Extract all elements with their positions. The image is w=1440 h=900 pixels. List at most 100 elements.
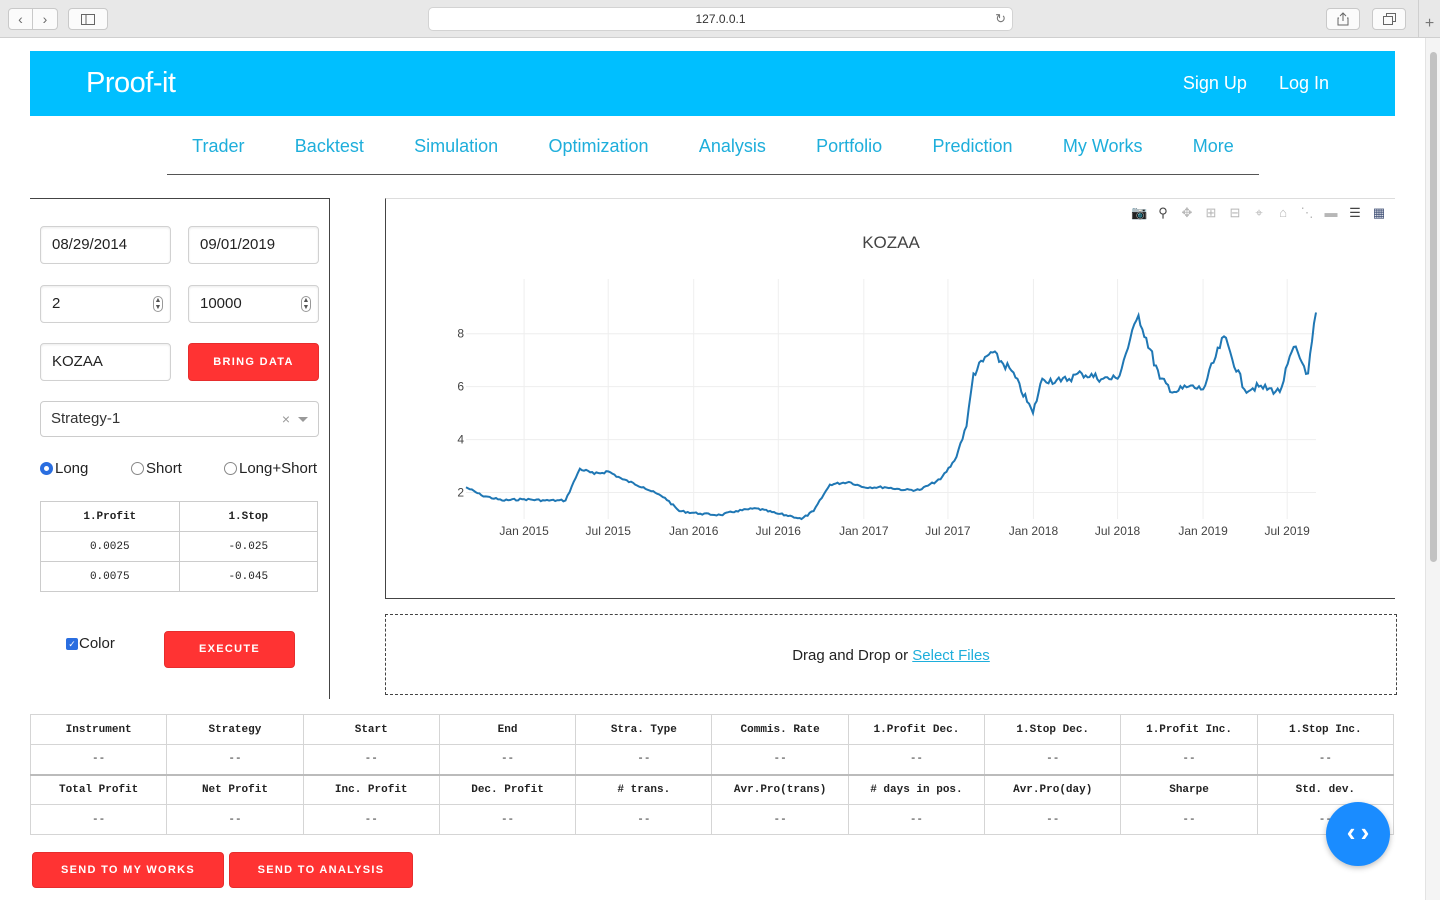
table-row: -- -- -- -- -- -- -- -- -- -- [29, 804, 1395, 835]
chart-title: KOZAA [862, 233, 920, 252]
nav-item-portfolio[interactable]: Portfolio [816, 136, 882, 174]
radio-button[interactable] [224, 462, 237, 475]
tabs-overview-button[interactable] [1372, 8, 1406, 30]
results-header: Sharpe [1120, 773, 1258, 805]
params-cell[interactable]: -0.025 [178, 531, 318, 562]
zoom-icon[interactable]: ⚲ [1155, 205, 1171, 221]
radio-short[interactable]: Short [131, 460, 182, 477]
results-header: Inc. Profit [302, 773, 440, 805]
back-button[interactable]: ‹ [8, 8, 33, 30]
zoom-in-icon[interactable]: ⊞ [1203, 205, 1219, 221]
browser-toolbar: ‹ › 127.0.0.1 ↻ + [0, 0, 1440, 38]
sidebar-toggle-button[interactable] [68, 8, 108, 30]
params-cell[interactable]: 0.0025 [40, 531, 180, 562]
scrollbar-thumb[interactable] [1430, 52, 1437, 562]
hover-closest-icon[interactable]: ▬ [1323, 205, 1339, 221]
x-tick-label: Jul 2017 [925, 524, 971, 538]
radio-long[interactable]: Long [40, 460, 88, 477]
y-tick-label: 6 [457, 380, 464, 394]
price-chart: 📷 ⚲ ✥ ⊞ ⊟ ⌖ ⌂ ⋱ ▬ ☰ ▦ KOZAA 2 4 6 8 Jan 201… [385, 198, 1395, 599]
code-toggle-button[interactable]: ‹ › [1326, 802, 1390, 866]
params-table: 1.Profit 1.Stop 0.0025 -0.025 0.0075 -0.… [40, 501, 318, 592]
nav-item-optimization[interactable]: Optimization [548, 136, 648, 174]
x-tick-label: Jan 2016 [669, 524, 719, 538]
home-icon[interactable]: ⌂ [1275, 205, 1291, 221]
x-tick-label: Jan 2019 [1178, 524, 1228, 538]
results-cell: -- [1120, 744, 1258, 775]
autoscale-icon[interactable]: ⌖ [1251, 205, 1267, 221]
address-bar[interactable]: 127.0.0.1 ↻ [428, 7, 1013, 31]
table-row: -- -- -- -- -- -- -- -- -- -- [29, 744, 1395, 775]
strategy-select[interactable]: Strategy-1 × [40, 401, 319, 437]
color-checkbox[interactable]: ✓ Color [66, 635, 115, 652]
x-tick-label: Jul 2015 [586, 524, 632, 538]
results-header: Avr.Pro(trans) [711, 773, 849, 805]
nav-item-analysis[interactable]: Analysis [699, 136, 766, 174]
pan-icon[interactable]: ✥ [1179, 205, 1195, 221]
camera-icon[interactable]: 📷 [1131, 205, 1147, 221]
radio-long-short-label: Long+Short [239, 460, 317, 477]
stepper-icon[interactable]: ▲ ▼ [301, 296, 311, 312]
reload-icon[interactable]: ↻ [995, 8, 1006, 30]
bring-data-button[interactable]: BRING DATA [188, 343, 319, 381]
radio-button[interactable] [131, 462, 144, 475]
results-header: 1.Profit Dec. [847, 714, 986, 745]
file-dropzone[interactable]: Drag and Drop or Select Files [385, 614, 1397, 695]
send-to-analysis-button[interactable]: SEND TO ANALYSIS [229, 852, 413, 888]
zoom-out-icon[interactable]: ⊟ [1227, 205, 1243, 221]
symbol-input[interactable]: KOZAA [40, 343, 171, 381]
param-b-input[interactable]: 10000 ▲ ▼ [188, 285, 319, 323]
checkbox-checked-icon[interactable]: ✓ [66, 637, 78, 650]
page: Proof-it Sign Up Log In Trader Backtest … [0, 38, 1425, 900]
stepper-icon[interactable]: ▲ ▼ [153, 296, 163, 312]
nav-item-more[interactable]: More [1193, 136, 1234, 174]
hover-compare-icon[interactable]: ☰ [1347, 205, 1363, 221]
results-header: Start [302, 714, 440, 745]
param-b-value: 10000 [200, 295, 242, 312]
param-a-input[interactable]: 2 ▲ ▼ [40, 285, 171, 323]
x-tick-label: Jan 2018 [1009, 524, 1059, 538]
results-cell: -- [29, 744, 168, 775]
tabs-icon [1382, 13, 1396, 25]
results-header: Strategy [166, 714, 304, 745]
page-scrollbar[interactable] [1425, 38, 1440, 900]
results-cell: -- [166, 744, 304, 775]
brand-logo[interactable]: Proof-it [86, 67, 176, 100]
x-tick-label: Jan 2017 [839, 524, 889, 538]
results-cell: -- [438, 744, 577, 775]
nav-item-backtest[interactable]: Backtest [295, 136, 364, 174]
params-header: 1.Profit [40, 501, 180, 532]
results-cell: -- [847, 744, 986, 775]
select-files-link[interactable]: Select Files [912, 647, 990, 664]
params-cell[interactable]: -0.045 [178, 561, 318, 592]
auth-links: Sign Up Log In [1183, 73, 1329, 94]
results-header: # trans. [575, 773, 713, 805]
forward-button[interactable]: › [33, 8, 58, 30]
nav-item-trader[interactable]: Trader [192, 136, 244, 174]
nav-item-simulation[interactable]: Simulation [414, 136, 498, 174]
start-date-input[interactable]: 08/29/2014 [40, 226, 171, 264]
share-button[interactable] [1326, 8, 1360, 30]
radio-long-short[interactable]: Long+Short [224, 460, 317, 477]
results-header: 1.Stop Inc. [1256, 714, 1395, 745]
results-header: Net Profit [166, 773, 304, 805]
end-date-input[interactable]: 09/01/2019 [188, 226, 319, 264]
results-cell: -- [166, 804, 304, 835]
params-cell[interactable]: 0.0075 [40, 561, 180, 592]
spike-lines-icon[interactable]: ⋱ [1299, 205, 1315, 221]
history-buttons: ‹ › [8, 8, 58, 30]
nav-item-my-works[interactable]: My Works [1063, 136, 1143, 174]
nav-item-prediction[interactable]: Prediction [932, 136, 1012, 174]
results-cell: -- [711, 804, 849, 835]
results-table: Instrument Strategy Start End Stra. Type Comm… [29, 714, 1395, 835]
radio-button-checked[interactable] [40, 462, 53, 475]
y-tick-label: 4 [457, 433, 464, 447]
login-link[interactable]: Log In [1279, 73, 1329, 94]
signup-link[interactable]: Sign Up [1183, 73, 1247, 94]
send-to-my-works-button[interactable]: SEND TO MY WORKS [32, 852, 224, 888]
new-tab-button[interactable]: + [1418, 0, 1440, 38]
chevron-down-icon[interactable] [298, 417, 308, 422]
clear-icon[interactable]: × [282, 402, 290, 436]
plotly-logo-icon[interactable]: ▦ [1371, 205, 1387, 221]
execute-button[interactable]: EXECUTE [164, 631, 295, 668]
